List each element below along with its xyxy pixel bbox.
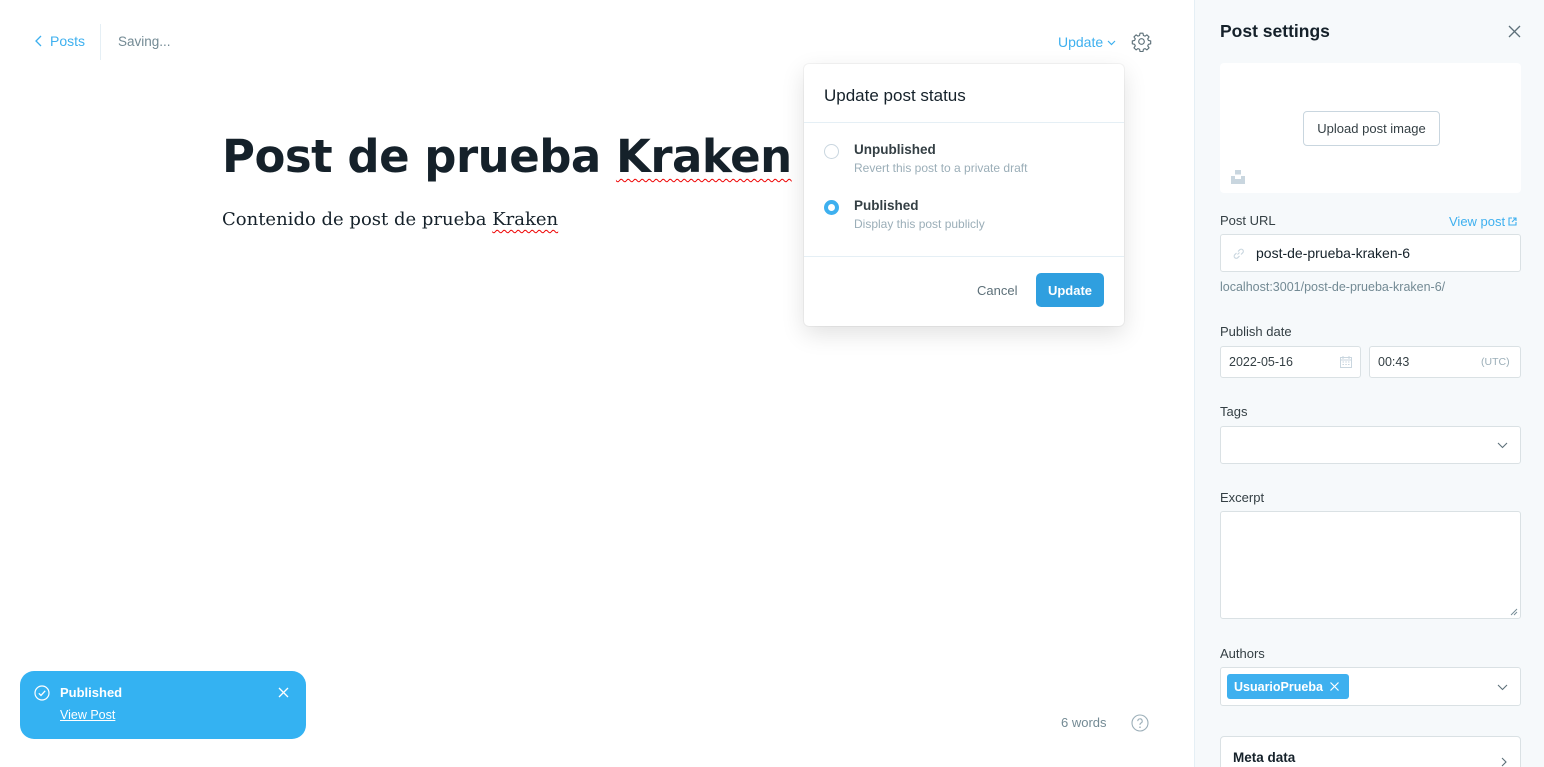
post-content-text: Contenido de post de prueba: [222, 209, 493, 230]
cancel-button[interactable]: Cancel: [977, 283, 1017, 298]
external-link-icon: [1508, 217, 1517, 226]
post-url-label: Post URL: [1220, 213, 1276, 228]
post-image-dropzone[interactable]: Upload post image: [1220, 63, 1521, 193]
close-icon[interactable]: [1508, 25, 1521, 38]
excerpt-field[interactable]: [1220, 511, 1521, 619]
update-button[interactable]: Update: [1036, 273, 1104, 307]
publish-date-field[interactable]: [1220, 346, 1361, 378]
chevron-left-icon: [35, 35, 42, 47]
dropdown-footer: Cancel Update: [804, 257, 1124, 325]
published-notification: Published View Post: [20, 671, 306, 739]
gear-icon[interactable]: [1131, 31, 1152, 52]
dropdown-heading: Update post status: [804, 64, 1124, 123]
chevron-down-icon: [1107, 40, 1116, 46]
option-label: Unpublished: [854, 142, 936, 157]
remove-author-icon[interactable]: [1329, 682, 1339, 691]
view-post-link[interactable]: View Post: [60, 708, 115, 722]
publish-menu-trigger-label: Update: [1058, 34, 1104, 50]
date-input[interactable]: [1229, 347, 1329, 377]
meta-data-label: Meta data: [1233, 750, 1296, 765]
post-title-misspelled-word: Kraken: [615, 130, 792, 183]
panel-title: Post settings: [1220, 21, 1330, 41]
post-title[interactable]: Post de prueba Kraken: [222, 130, 792, 183]
option-published[interactable]: Published Display this post publicly: [824, 196, 1124, 232]
view-post-link[interactable]: View post: [1449, 214, 1517, 229]
back-to-posts-link[interactable]: Posts: [34, 33, 85, 49]
radio-published[interactable]: [824, 200, 839, 215]
option-description: Display this post publicly: [854, 217, 985, 231]
author-name: UsuarioPrueba: [1234, 679, 1323, 694]
back-link-label: Posts: [50, 33, 86, 49]
link-icon: [1233, 248, 1244, 259]
authors-select[interactable]: UsuarioPrueba: [1220, 667, 1521, 706]
url-preview: localhost:3001/post-de-prueba-kraken-6/: [1220, 280, 1446, 294]
timezone-label: (UTC): [1481, 356, 1510, 368]
save-status: Saving...: [118, 34, 171, 49]
tags-label: Tags: [1220, 404, 1248, 419]
option-unpublished[interactable]: Unpublished Revert this post to a privat…: [824, 140, 1124, 176]
chevron-down-icon: [1497, 684, 1508, 691]
calendar-icon[interactable]: [1340, 356, 1352, 368]
meta-data-link[interactable]: Meta data: [1220, 736, 1521, 767]
upload-image-button[interactable]: Upload post image: [1303, 111, 1440, 146]
tags-select[interactable]: [1220, 426, 1521, 464]
time-input[interactable]: [1378, 347, 1478, 377]
authors-label: Authors: [1220, 646, 1265, 661]
option-description: Revert this post to a private draft: [854, 161, 1028, 175]
publish-menu-trigger[interactable]: Update: [1058, 34, 1116, 50]
radio-unpublished[interactable]: [824, 144, 839, 159]
post-content-misspelled-word: Kraken: [492, 209, 559, 230]
post-content[interactable]: Contenido de post de prueba Kraken: [222, 209, 558, 230]
header-divider: [100, 24, 101, 60]
publish-time-field[interactable]: (UTC): [1369, 346, 1521, 378]
help-icon[interactable]: [1131, 714, 1149, 732]
resize-handle-icon[interactable]: [1510, 608, 1518, 616]
check-circle-icon: [34, 685, 50, 701]
post-url-input[interactable]: [1256, 235, 1511, 271]
option-label: Published: [854, 198, 919, 213]
unsplash-icon[interactable]: [1231, 170, 1245, 184]
status-options: Unpublished Revert this post to a privat…: [804, 123, 1124, 257]
close-icon[interactable]: [278, 687, 289, 698]
chevron-down-icon: [1497, 442, 1508, 449]
post-settings-panel: Post settings Upload post image Post URL…: [1194, 0, 1544, 767]
publish-date-label: Publish date: [1220, 324, 1292, 339]
author-token: UsuarioPrueba: [1227, 674, 1349, 699]
publish-status-dropdown: Update post status Unpublished Revert th…: [804, 64, 1124, 326]
post-title-text: Post de prueba: [222, 130, 616, 183]
excerpt-textarea[interactable]: [1221, 512, 1520, 618]
view-post-label: View post: [1449, 214, 1506, 229]
word-count: 6 words: [1061, 715, 1107, 730]
notification-title: Published: [60, 685, 123, 700]
post-url-field[interactable]: [1220, 234, 1521, 272]
excerpt-label: Excerpt: [1220, 490, 1265, 505]
chevron-right-icon: [1501, 757, 1507, 767]
